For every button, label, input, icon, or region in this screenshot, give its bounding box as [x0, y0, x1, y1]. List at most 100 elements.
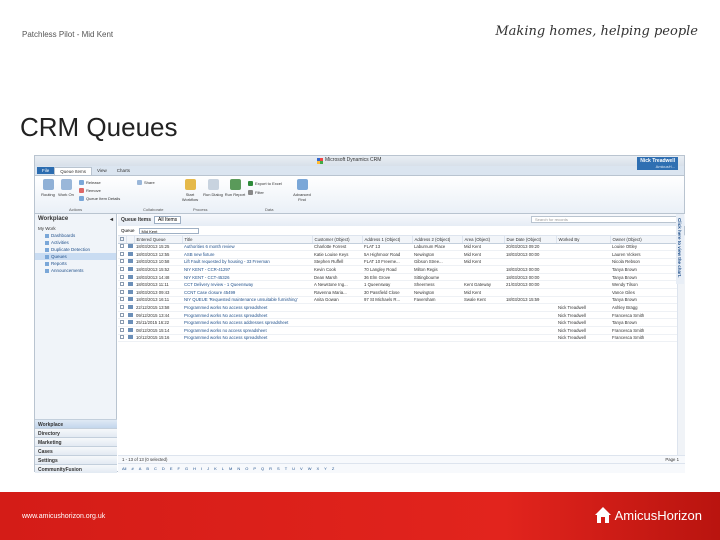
area-communityfusion[interactable]: CommunityFusion	[35, 464, 117, 473]
alpha-filter-link[interactable]: G	[185, 466, 188, 471]
tab-queue-items[interactable]: Queue Items	[54, 166, 93, 175]
queue-item-details-button[interactable]: Queue Item Details	[79, 196, 120, 201]
column-header[interactable]: Owner (Object)	[610, 236, 679, 244]
nav-item-announcements[interactable]: Announcements	[35, 267, 116, 274]
row-checkbox[interactable]	[118, 296, 126, 305]
search-input[interactable]: Search for records	[531, 216, 681, 223]
collapse-arrow-icon[interactable]: ◂	[110, 216, 113, 223]
row-checkbox[interactable]	[118, 318, 126, 328]
table-cell[interactable]: CCT Delivery review - 1 Queensway	[182, 280, 312, 290]
table-row[interactable]: 18/03/2013 11:11 CCT Delivery review - 1 …	[118, 280, 678, 290]
row-checkbox[interactable]	[118, 273, 126, 282]
table-row[interactable]: 18/03/2013 15:25 Authorities 6 month revi…	[118, 243, 678, 252]
tab-charts[interactable]: Charts	[112, 167, 135, 174]
alpha-filter-link[interactable]: D	[162, 466, 165, 471]
alpha-filter-link[interactable]: K	[214, 466, 217, 471]
alpha-filter-link[interactable]: M	[229, 466, 232, 471]
filter-button[interactable]: Filter	[248, 190, 264, 195]
alpha-filter-link[interactable]: B	[146, 466, 149, 471]
run-dialog-button[interactable]: Run Dialog	[202, 179, 224, 197]
alpha-filter-link[interactable]: U	[292, 466, 295, 471]
table-row[interactable]: 18/03/2013 16:11 NIY QUEUE 'Requested mai…	[118, 296, 678, 305]
table-cell[interactable]: Authorities 6 month review	[182, 243, 312, 252]
alpha-filter-link[interactable]: W	[308, 466, 312, 471]
alpha-filter-link[interactable]: C	[154, 466, 157, 471]
row-checkbox[interactable]	[118, 311, 126, 320]
row-checkbox[interactable]	[118, 288, 126, 297]
nav-item-dashboards[interactable]: Dashboards	[35, 232, 116, 239]
table-cell[interactable]: NIY KENT - CCR-41297	[182, 265, 312, 274]
tab-view[interactable]: View	[92, 167, 112, 174]
alpha-filter-link[interactable]: O	[245, 466, 248, 471]
table-cell[interactable]: Programmed works No access spreadsheet	[182, 334, 312, 343]
row-checkbox[interactable]	[118, 280, 126, 290]
select-all-checkbox[interactable]	[118, 236, 127, 244]
alpha-filter-link[interactable]: Q	[261, 466, 264, 471]
table-cell[interactable]: NIY QUEUE 'Requested maintenance unsuita…	[182, 296, 312, 305]
row-checkbox[interactable]	[118, 303, 126, 312]
table-cell[interactable]: Lift Fault requested by housing - 33 Fre…	[182, 258, 312, 267]
area-cases[interactable]: Cases	[35, 446, 117, 455]
alpha-filter-link[interactable]: R	[269, 466, 272, 471]
alpha-filter-link[interactable]: F	[177, 466, 179, 471]
table-row[interactable]: 18/03/2013 15:52 NIY KENT - CCR-41297 Kevi…	[118, 265, 678, 274]
table-cell[interactable]: Programmed works No access spreadsheet	[182, 311, 312, 320]
start-workflow-button[interactable]: Start Workflow	[179, 179, 201, 202]
table-row[interactable]: 08/12/2015 15:14 Programmed works no acce…	[118, 326, 678, 335]
row-checkbox[interactable]	[118, 265, 126, 274]
export-excel-button[interactable]: Export to Excel	[248, 181, 282, 186]
row-checkbox[interactable]	[118, 250, 126, 259]
alpha-filter-link[interactable]: V	[300, 466, 303, 471]
queue-select[interactable]: Mid Kent	[138, 227, 199, 234]
row-checkbox[interactable]	[118, 243, 126, 252]
table-row[interactable]: 18/03/2013 12:55 ASB new fixture Katie Lou…	[118, 250, 678, 259]
row-checkbox[interactable]	[118, 334, 126, 343]
table-cell[interactable]: Programmed works No access addresses spr…	[182, 318, 312, 328]
share-button[interactable]: Share	[137, 180, 155, 185]
alpha-filter-link[interactable]: Z	[332, 466, 334, 471]
alpha-filter-link[interactable]: #	[131, 466, 133, 471]
table-row[interactable]: 18/03/2013 10:58 Lift Fault requested by …	[118, 258, 678, 267]
alpha-filter-link[interactable]: L	[222, 466, 224, 471]
column-header[interactable]: Worked By	[556, 236, 611, 244]
row-checkbox[interactable]	[118, 258, 126, 267]
row-checkbox[interactable]	[118, 326, 126, 335]
table-row[interactable]: 09/12/2015 13:44 Programmed works No acce…	[118, 311, 678, 320]
table-row[interactable]: 18/03/2013 09:43 CCNT Case closure 45499 R…	[118, 288, 678, 297]
area-directory[interactable]: Directory	[35, 428, 117, 437]
column-header[interactable]: Title	[182, 236, 313, 244]
column-header[interactable]: Area (Object)	[462, 236, 505, 244]
work-on-button[interactable]: Work On	[55, 179, 77, 197]
chart-side-tab[interactable]: Click here to view the chart.	[676, 214, 684, 284]
alpha-filter-link[interactable]: E	[170, 466, 173, 471]
alpha-filter-link[interactable]: N	[237, 466, 240, 471]
nav-item-duplicate-detection[interactable]: Duplicate Detection	[35, 246, 116, 253]
view-selector[interactable]: All Items	[154, 216, 182, 224]
table-cell[interactable]: ASB new fixture	[182, 250, 312, 259]
column-header[interactable]: Address 1 (Object)	[362, 236, 413, 244]
user-info[interactable]: Nick Treadwell AmicusH...	[637, 157, 678, 170]
run-report-button[interactable]: Run Report	[224, 179, 246, 197]
alpha-filter-link[interactable]: H	[193, 466, 196, 471]
alpha-filter-link[interactable]: Y	[324, 466, 327, 471]
alpha-filter-link[interactable]: T	[285, 466, 287, 471]
area-marketing[interactable]: Marketing	[35, 437, 117, 446]
remove-button[interactable]: Remove	[79, 188, 101, 193]
tab-file[interactable]: File	[37, 167, 55, 174]
table-row[interactable]: 18/03/2013 14:48 NIY KENT - CCT-45326 Dean…	[118, 273, 678, 282]
alpha-filter-link[interactable]: S	[277, 466, 280, 471]
alpha-filter-link[interactable]: A	[139, 466, 142, 471]
release-button[interactable]: Release	[79, 180, 101, 185]
table-row[interactable]: 25/11/2015 16:22 Programmed works No acce…	[118, 318, 678, 328]
nav-item-activities[interactable]: Activities	[35, 239, 116, 246]
nav-item-queues[interactable]: Queues	[35, 253, 116, 260]
alpha-filter-link[interactable]: X	[317, 466, 320, 471]
table-row[interactable]: 10/12/2015 15:16 Programmed works No acce…	[118, 334, 678, 343]
table-cell[interactable]: Programmed works no access spreadsheet	[182, 326, 312, 335]
alpha-filter-link[interactable]: All	[122, 466, 126, 471]
alpha-filter-link[interactable]: P	[253, 466, 256, 471]
table-cell[interactable]: NIY KENT - CCT-45326	[182, 273, 312, 282]
column-header[interactable]: Address 2 (Object)	[412, 236, 463, 244]
column-header[interactable]: Entered Queue	[134, 236, 183, 244]
advanced-find-button[interactable]: Advanced Find	[291, 179, 313, 202]
